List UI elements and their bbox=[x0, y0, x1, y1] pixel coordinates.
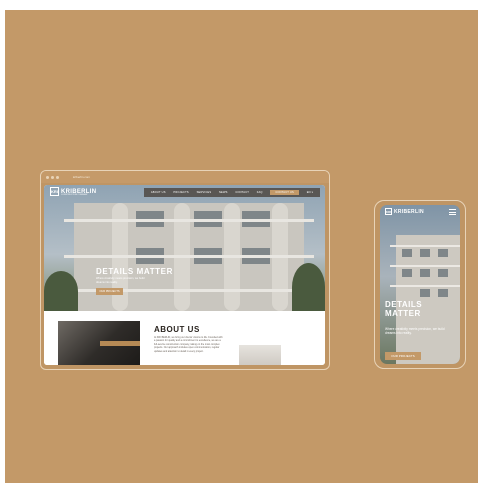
about-title: ABOUT US bbox=[154, 325, 200, 334]
hero-subtitle: Where creativity meets precision, we bui… bbox=[96, 277, 145, 284]
mobile-screen: KRI KRIBERLIN DETAILS MATTER Where creat… bbox=[380, 205, 460, 364]
desktop-screen: KRI KRIBERLIN CONSTRUCTION COMPANY ABOUT… bbox=[44, 185, 325, 365]
building-window bbox=[438, 289, 448, 297]
tree bbox=[44, 271, 78, 311]
mobile-brand-logo[interactable]: KRI KRIBERLIN bbox=[385, 208, 424, 215]
nav-item-about[interactable]: ABOUT US bbox=[151, 191, 166, 194]
hero-title: DETAILS MATTER bbox=[96, 267, 173, 276]
window-dot-maximize[interactable] bbox=[56, 175, 59, 179]
menu-icon[interactable] bbox=[449, 209, 456, 217]
main-nav: ABOUT US PROJECTS SERVICES NEWS CONTACT … bbox=[144, 188, 320, 197]
building-window bbox=[438, 269, 448, 277]
language-select[interactable]: EN ▾ bbox=[307, 191, 313, 194]
mobile-hero-subtitle: Where creativity meets precision, we bui… bbox=[385, 327, 445, 336]
mobile-hero-title: DETAILS MATTER bbox=[385, 300, 423, 319]
mobile-mockup: KRI KRIBERLIN DETAILS MATTER Where creat… bbox=[374, 200, 466, 369]
desktop-mockup: kriberlin.com KRI KRIBERLIN CONSTRUCTION… bbox=[40, 170, 330, 370]
building-window bbox=[402, 269, 412, 277]
nav-item-contact[interactable]: CONTACT bbox=[235, 191, 249, 194]
building-window bbox=[420, 269, 430, 277]
mockup-stage: kriberlin.com KRI KRIBERLIN CONSTRUCTION… bbox=[5, 10, 478, 483]
tree bbox=[292, 263, 325, 311]
window-dot-close[interactable] bbox=[46, 175, 49, 179]
logo-mark: KRI bbox=[50, 187, 59, 196]
building-window bbox=[402, 249, 412, 257]
address-bar[interactable]: kriberlin.com bbox=[73, 175, 90, 179]
about-photo-shelf bbox=[100, 341, 140, 346]
mobile-our-projects-button[interactable]: OUR PROJECTS bbox=[385, 352, 421, 360]
about-section: ABOUT US At KRI BERLIN, we bring our cli… bbox=[44, 311, 325, 365]
logo-mark: KRI bbox=[385, 208, 392, 215]
building-window bbox=[420, 289, 430, 297]
about-text: At KRI BERLIN, we bring our clients' vis… bbox=[154, 336, 223, 353]
contact-us-button[interactable]: CONTACT US bbox=[270, 190, 299, 195]
logo-tagline: CONSTRUCTION COMPANY bbox=[61, 194, 88, 196]
window-dot-minimize[interactable] bbox=[51, 175, 54, 179]
hero-section: KRI KRIBERLIN CONSTRUCTION COMPANY ABOUT… bbox=[44, 185, 325, 311]
browser-chrome: kriberlin.com bbox=[41, 171, 329, 183]
our-projects-button[interactable]: OUR PROJECTS bbox=[96, 288, 123, 295]
building-balcony bbox=[64, 219, 314, 222]
building-window bbox=[420, 249, 430, 257]
nav-item-faq[interactable]: FAQ bbox=[257, 191, 263, 194]
logo-text: KRIBERLIN bbox=[394, 208, 424, 215]
about-secondary-photo bbox=[239, 345, 281, 365]
nav-item-projects[interactable]: PROJECTS bbox=[173, 191, 188, 194]
building-window bbox=[438, 249, 448, 257]
nav-item-news[interactable]: NEWS bbox=[219, 191, 228, 194]
building-balcony bbox=[390, 245, 460, 247]
building-balcony bbox=[390, 265, 460, 267]
building-balcony bbox=[64, 255, 314, 258]
nav-item-services[interactable]: SERVICES bbox=[197, 191, 212, 194]
building-balcony bbox=[390, 285, 460, 287]
